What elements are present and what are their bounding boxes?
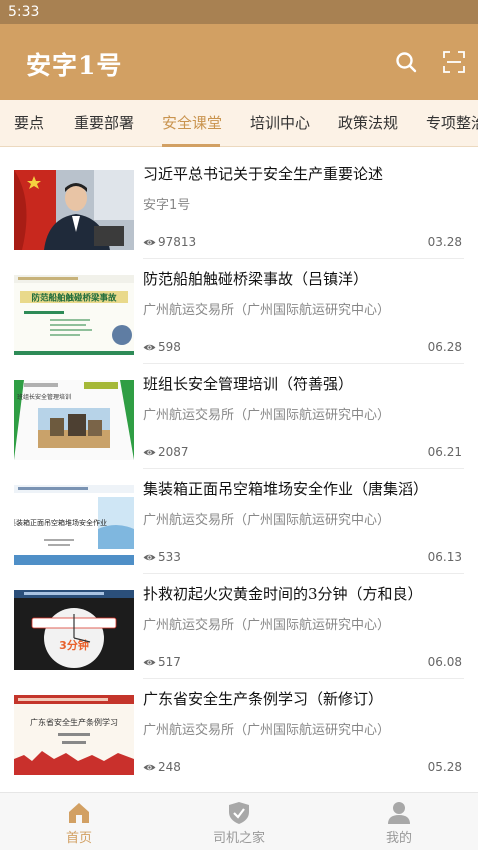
scan-icon[interactable]	[442, 50, 466, 74]
article-title: 扑救初起火灾黄金时间的3分钟（方和良）	[143, 585, 423, 603]
article-views: 533	[143, 550, 181, 564]
view-count: 598	[158, 340, 181, 354]
article-title: 班组长安全管理培训（符善强）	[143, 375, 354, 393]
article-thumbnail: 广东省安全生产条例学习	[14, 695, 134, 775]
article-title: 习近平总书记关于安全生产重要论述	[143, 165, 384, 183]
eye-icon	[143, 344, 156, 350]
eye-icon	[143, 449, 156, 455]
article-date: 06.13	[427, 550, 462, 564]
article-thumbnail: 集装箱正面吊空箱堆场安全作业	[14, 485, 134, 565]
app-header: 安字1号	[0, 24, 478, 100]
tab-zhongyao-bushu[interactable]: 重要部署	[74, 100, 134, 146]
article-source: 广州航运交易所（广州国际航运研究中心）	[143, 303, 391, 318]
nav-label: 我的	[385, 831, 412, 846]
category-tabs: 要点 重要部署 安全课堂 培训中心 政策法规 专项整治	[0, 100, 478, 147]
article-source: 广州航运交易所（广州国际航运研究中心）	[143, 723, 391, 738]
article-date: 06.21	[427, 445, 462, 459]
thumbnail-caption: 班组长安全管理培训	[17, 393, 71, 401]
article-thumbnail: 3分钟	[14, 590, 134, 670]
article-date: 06.28	[427, 340, 462, 354]
bottom-nav: 首页 司机之家 我的	[0, 792, 478, 850]
article-row[interactable]: 防范船舶触碰桥梁事故 防范船舶触碰桥梁事故（吕镇洋） 广州航运交易所（广州国际航…	[0, 255, 478, 364]
nav-label: 司机之家	[212, 831, 265, 846]
article-row[interactable]: 习近平总书记关于安全生产重要论述 安字1号 97813 03.28	[0, 150, 478, 259]
article-date: 03.28	[427, 235, 462, 249]
tab-zhuanxiang-zhengzhi[interactable]: 专项整治	[426, 100, 478, 146]
article-row[interactable]: 广东省安全生产条例学习 广东省安全生产条例学习（新修订） 广州航运交易所（广州国…	[0, 675, 478, 780]
search-icon[interactable]	[394, 50, 418, 74]
shield-check-icon	[227, 801, 251, 825]
nav-driver-home[interactable]: 司机之家	[179, 793, 299, 851]
article-views: 2087	[143, 445, 189, 459]
user-icon	[387, 801, 411, 825]
article-views: 598	[143, 340, 181, 354]
status-bar: 5:33	[0, 0, 478, 24]
article-title: 集装箱正面吊空箱堆场安全作业（唐集滔）	[143, 480, 429, 498]
tab-zhengce-fagui[interactable]: 政策法规	[338, 100, 398, 146]
article-views: 517	[143, 655, 181, 669]
eye-icon	[143, 554, 156, 560]
article-row[interactable]: 班组长安全管理培训 班组长安全管理培训（符善强） 广州航运交易所（广州国际航运研…	[0, 360, 478, 469]
article-thumbnail: 防范船舶触碰桥梁事故	[14, 275, 134, 355]
view-count: 517	[158, 655, 181, 669]
thumbnail-caption: 防范船舶触碰桥梁事故	[31, 293, 117, 304]
nav-label: 首页	[65, 831, 92, 846]
article-source: 广州航运交易所（广州国际航运研究中心）	[143, 513, 391, 528]
view-count: 2087	[158, 445, 189, 459]
article-title: 防范船舶触碰桥梁事故（吕镇洋）	[143, 270, 369, 288]
article-date: 05.28	[427, 760, 462, 774]
status-time: 5:33	[8, 4, 40, 20]
thumbnail-caption: 集装箱正面吊空箱堆场安全作业	[14, 518, 107, 527]
article-views: 248	[143, 760, 181, 774]
nav-mine[interactable]: 我的	[339, 793, 459, 851]
article-date: 06.08	[427, 655, 462, 669]
thumbnail-caption: 广东省安全生产条例学习	[30, 717, 118, 727]
tab-anquan-ketang[interactable]: 安全课堂	[162, 100, 222, 146]
article-thumbnail	[14, 170, 134, 250]
home-icon	[67, 801, 91, 825]
tab-yaodian[interactable]: 要点	[14, 100, 44, 146]
article-row[interactable]: 集装箱正面吊空箱堆场安全作业 集装箱正面吊空箱堆场安全作业（唐集滔） 广州航运交…	[0, 465, 478, 574]
eye-icon	[143, 764, 156, 770]
view-count: 97813	[158, 235, 197, 249]
article-source: 广州航运交易所（广州国际航运研究中心）	[143, 408, 391, 423]
article-views: 97813	[143, 235, 196, 249]
article-row[interactable]: 3分钟 扑救初起火灾黄金时间的3分钟（方和良） 广州航运交易所（广州国际航运研究…	[0, 570, 478, 679]
article-source: 安字1号	[143, 198, 191, 213]
view-count: 533	[158, 550, 181, 564]
active-tab-indicator	[162, 144, 220, 147]
tab-peixun-zhongxin[interactable]: 培训中心	[250, 100, 310, 146]
article-title: 广东省安全生产条例学习（新修订）	[143, 690, 384, 708]
nav-home[interactable]: 首页	[19, 793, 139, 851]
eye-icon	[143, 659, 156, 665]
app-title: 安字1号	[26, 51, 123, 80]
view-count: 248	[158, 760, 181, 774]
article-thumbnail: 班组长安全管理培训	[14, 380, 134, 460]
article-source: 广州航运交易所（广州国际航运研究中心）	[143, 618, 391, 633]
eye-icon	[143, 239, 156, 245]
